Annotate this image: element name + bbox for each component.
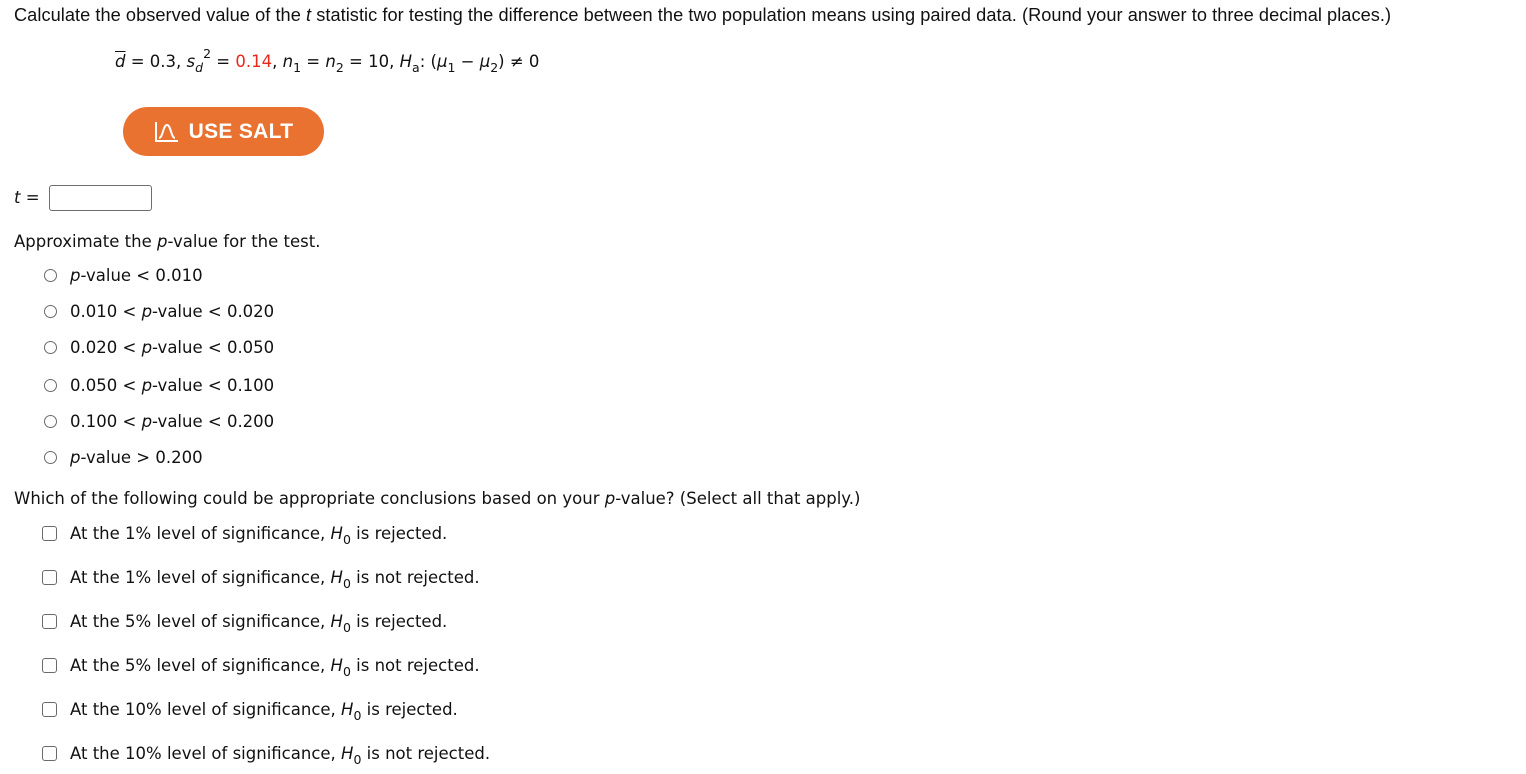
conclusion-option[interactable]: At the 1% level of significance, H0 is r… — [42, 524, 448, 547]
d-bar-symbol: d — [115, 52, 126, 71]
radio-button[interactable] — [44, 305, 57, 318]
sd-squared-value: 0.14 — [235, 52, 273, 71]
option-label: 0.020 < p-value < 0.050 — [70, 338, 275, 357]
option-label: 0.050 < p-value < 0.100 — [70, 376, 275, 395]
conclusion-option[interactable]: At the 10% level of significance, H0 is … — [42, 744, 491, 767]
option-label: At the 5% level of significance, H0 is r… — [70, 612, 448, 635]
option-label: At the 10% level of significance, H0 is … — [70, 700, 458, 723]
checkbox[interactable] — [42, 702, 57, 717]
radio-button[interactable] — [44, 415, 57, 428]
pvalue-question: Approximate the p-value for the test. — [14, 232, 321, 251]
conclusion-option[interactable]: At the 10% level of significance, H0 is … — [42, 700, 458, 723]
pvalue-option[interactable]: 0.010 < p-value < 0.020 — [44, 302, 274, 321]
option-label: 0.100 < p-value < 0.200 — [70, 412, 275, 431]
conclusion-option[interactable]: At the 5% level of significance, H0 is n… — [42, 656, 480, 679]
question-prompt: Calculate the observed value of the t st… — [14, 5, 1392, 25]
conclusion-option[interactable]: At the 1% level of significance, H0 is n… — [42, 568, 480, 591]
t-answer-input[interactable] — [49, 185, 152, 211]
pvalue-option[interactable]: 0.100 < p-value < 0.200 — [44, 412, 274, 431]
pvalue-option[interactable]: p-value < 0.010 — [44, 266, 203, 285]
radio-button[interactable] — [44, 379, 57, 392]
checkbox[interactable] — [42, 614, 57, 629]
option-label: At the 1% level of significance, H0 is n… — [70, 568, 480, 591]
given-values: d = 0.3, sd2 = 0.14, n1 = n2 = 10, Ha: (… — [115, 46, 540, 75]
radio-button[interactable] — [44, 451, 57, 464]
pvalue-option[interactable]: 0.050 < p-value < 0.100 — [44, 376, 274, 395]
use-salt-button[interactable]: USE SALT — [123, 107, 324, 156]
checkbox[interactable] — [42, 570, 57, 585]
checkbox[interactable] — [42, 526, 57, 541]
option-label: At the 1% level of significance, H0 is r… — [70, 524, 448, 547]
t-label: t = — [14, 188, 40, 207]
option-label: p-value > 0.200 — [70, 448, 203, 467]
conclusion-option[interactable]: At the 5% level of significance, H0 is r… — [42, 612, 448, 635]
pvalue-option[interactable]: 0.020 < p-value < 0.050 — [44, 338, 274, 357]
pvalue-option[interactable]: p-value > 0.200 — [44, 448, 203, 467]
option-label: p-value < 0.010 — [70, 266, 203, 285]
radio-button[interactable] — [44, 341, 57, 354]
radio-button[interactable] — [44, 269, 57, 282]
conclusion-question: Which of the following could be appropri… — [14, 489, 861, 508]
distribution-curve-icon — [154, 121, 178, 142]
option-label: 0.010 < p-value < 0.020 — [70, 302, 275, 321]
use-salt-label: USE SALT — [188, 119, 294, 143]
option-label: At the 5% level of significance, H0 is n… — [70, 656, 480, 679]
checkbox[interactable] — [42, 658, 57, 673]
checkbox[interactable] — [42, 746, 57, 761]
option-label: At the 10% level of significance, H0 is … — [70, 744, 491, 767]
